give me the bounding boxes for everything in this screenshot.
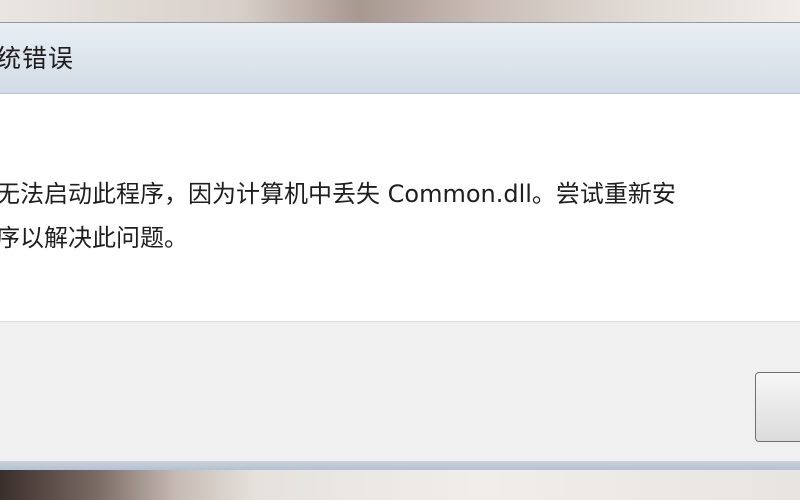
desktop-background-top (0, 0, 800, 22)
error-dialog: 统错误 无法启动此程序，因为计算机中丢失 Common.dll。尝试重新安 序以… (0, 22, 800, 473)
error-message: 无法启动此程序，因为计算机中丢失 Common.dll。尝试重新安 序以解决此问… (0, 172, 800, 260)
window-title: 统错误 (0, 44, 75, 73)
desktop-background-bottom (0, 470, 800, 500)
ok-button[interactable] (755, 372, 800, 442)
error-message-line-1: 无法启动此程序，因为计算机中丢失 Common.dll。尝试重新安 (0, 180, 676, 208)
button-area (0, 321, 800, 461)
message-area: 无法启动此程序，因为计算机中丢失 Common.dll。尝试重新安 序以解决此问… (0, 93, 800, 321)
error-message-line-2: 序以解决此问题。 (0, 224, 188, 252)
title-bar[interactable]: 统错误 (0, 23, 800, 93)
